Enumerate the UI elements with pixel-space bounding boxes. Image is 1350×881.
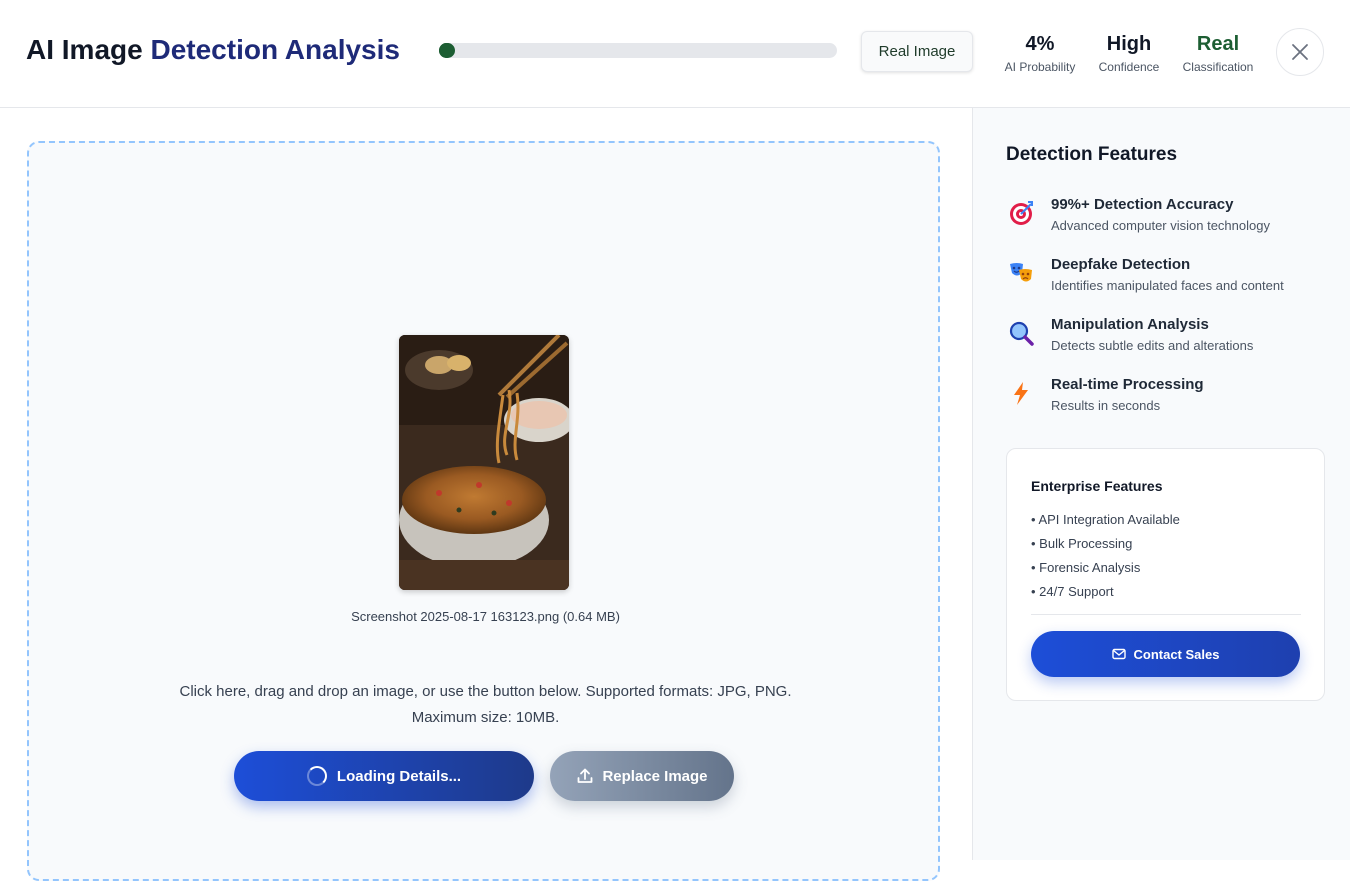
enterprise-card: Enterprise Features • API Integration Av… xyxy=(1006,448,1325,701)
stat-classification-value: Real xyxy=(1196,33,1240,55)
close-button[interactable] xyxy=(1276,28,1324,76)
page-title-part1: AI Image xyxy=(26,34,151,65)
spinner-icon xyxy=(306,766,327,786)
stat-confidence-value: High xyxy=(1106,33,1152,55)
divider xyxy=(1031,614,1301,615)
feature-desc: Advanced computer vision technology xyxy=(1051,218,1270,233)
masks-icon xyxy=(1006,258,1036,288)
sidebar: Detection Features 99%+ Detection Accura… xyxy=(972,108,1350,860)
upload-hint-line1: Click here, drag and drop an image, or u… xyxy=(179,683,792,700)
loading-details-label: Loading Details... xyxy=(336,767,462,785)
close-icon xyxy=(1292,44,1308,60)
target-icon xyxy=(1006,198,1036,228)
contact-sales-button[interactable]: Contact Sales xyxy=(1031,631,1300,677)
enterprise-item: • API Integration Available xyxy=(1031,512,1180,527)
upload-hint-line2: Maximum size: 10MB. xyxy=(411,709,560,726)
stat-classification-label: Classification xyxy=(1182,60,1254,74)
enterprise-title: Enterprise Features xyxy=(1031,478,1163,494)
enterprise-item: • Forensic Analysis xyxy=(1031,560,1141,575)
upload-icon xyxy=(578,768,593,783)
feature-title: 99%+ Detection Accuracy xyxy=(1051,196,1234,213)
loading-details-button[interactable]: Loading Details... xyxy=(234,751,534,801)
feature-desc: Results in seconds xyxy=(1051,398,1161,413)
ai-probability-bar xyxy=(439,43,837,58)
uploaded-file-name: Screenshot 2025-08-17 163123.png (0.64 M… xyxy=(351,609,620,624)
main-panel: Screenshot 2025-08-17 163123.png (0.64 M… xyxy=(0,108,972,881)
enterprise-item: • Bulk Processing xyxy=(1031,536,1133,551)
sidebar-title: Detection Features xyxy=(1006,144,1178,165)
magnifier-icon xyxy=(1006,318,1036,348)
header: AI Image Detection Analysis Real Image 4… xyxy=(0,0,1350,108)
upload-dropzone[interactable]: Screenshot 2025-08-17 163123.png (0.64 M… xyxy=(27,141,940,881)
page-title: AI Image Detection Analysis xyxy=(26,34,400,66)
stat-ai-probability: 4% AI Probability xyxy=(995,32,1085,74)
lightning-icon xyxy=(1006,378,1036,408)
feature-desc: Detects subtle edits and alterations xyxy=(1051,338,1254,353)
feature-desc: Identifies manipulated faces and content xyxy=(1051,278,1284,293)
feature-title: Manipulation Analysis xyxy=(1051,316,1209,333)
contact-sales-label: Contact Sales xyxy=(1133,646,1220,662)
feature-title: Real-time Processing xyxy=(1051,376,1204,393)
enterprise-item: • 24/7 Support xyxy=(1031,584,1114,599)
stat-confidence-label: Confidence xyxy=(1098,60,1160,74)
upload-hint: Click here, drag and drop an image, or u… xyxy=(29,679,942,731)
replace-image-label: Replace Image xyxy=(602,767,708,785)
noodle-bowl-image xyxy=(399,335,569,590)
enterprise-list: • API Integration Available • Bulk Proce… xyxy=(1031,508,1180,604)
image-preview xyxy=(399,335,569,590)
stat-ai-probability-value: 4% xyxy=(1025,33,1055,55)
feature-title: Deepfake Detection xyxy=(1051,256,1191,273)
page-title-accent: Detection Analysis xyxy=(150,34,400,65)
stat-classification: Real Classification xyxy=(1173,32,1263,74)
result-badge: Real Image xyxy=(861,31,973,72)
stat-confidence: High Confidence xyxy=(1084,32,1174,74)
mail-icon xyxy=(1111,648,1126,660)
stat-ai-probability-label: AI Probability xyxy=(1004,60,1076,74)
replace-image-button[interactable]: Replace Image xyxy=(550,751,734,801)
ai-probability-knob xyxy=(439,43,454,58)
